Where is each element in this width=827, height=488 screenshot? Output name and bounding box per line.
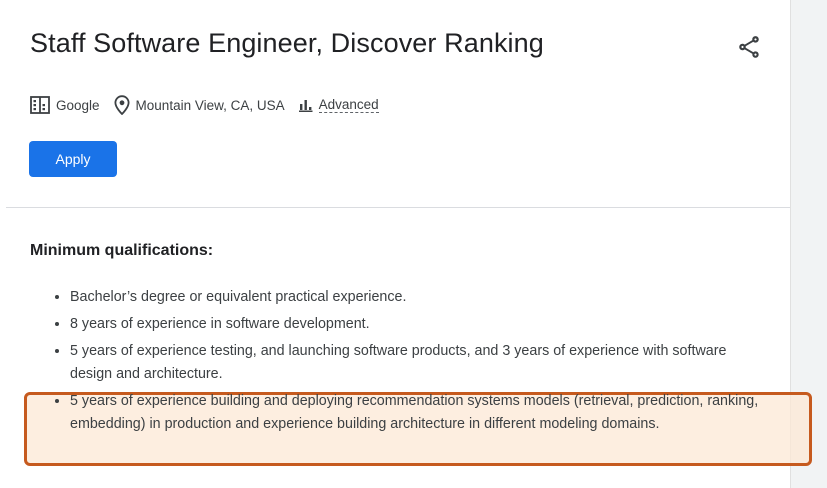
qualifications-list: Bachelor’s degree or equivalent practica… — [30, 286, 770, 440]
list-item: 5 years of experience testing, and launc… — [70, 340, 770, 386]
location-text: Mountain View, CA, USA — [135, 97, 285, 113]
job-header: Staff Software Engineer, Discover Rankin… — [0, 0, 790, 208]
location-pin-icon — [114, 95, 130, 115]
share-icon — [739, 36, 759, 58]
job-meta-row: Google Mountain View, CA, USA Advanced — [30, 94, 393, 116]
location-meta: Mountain View, CA, USA — [114, 95, 285, 115]
experience-level-link[interactable]: Advanced — [318, 97, 379, 113]
level-meta[interactable]: Advanced — [298, 97, 379, 113]
apply-button[interactable]: Apply — [29, 141, 117, 177]
company-name: Google — [56, 97, 100, 113]
list-item-highlighted: 5 years of experience building and deplo… — [70, 390, 770, 436]
bar-chart-icon — [298, 100, 313, 112]
company-meta: Google — [30, 96, 100, 114]
minimum-qualifications-heading: Minimum qualifications: — [30, 242, 214, 259]
list-item: 8 years of experience in software develo… — [70, 313, 770, 336]
job-title: Staff Software Engineer, Discover Rankin… — [30, 28, 544, 58]
list-item: Bachelor’s degree or equivalent practica… — [70, 286, 770, 309]
building-icon — [30, 96, 50, 114]
section-divider — [6, 207, 790, 208]
share-button[interactable] — [736, 34, 762, 60]
